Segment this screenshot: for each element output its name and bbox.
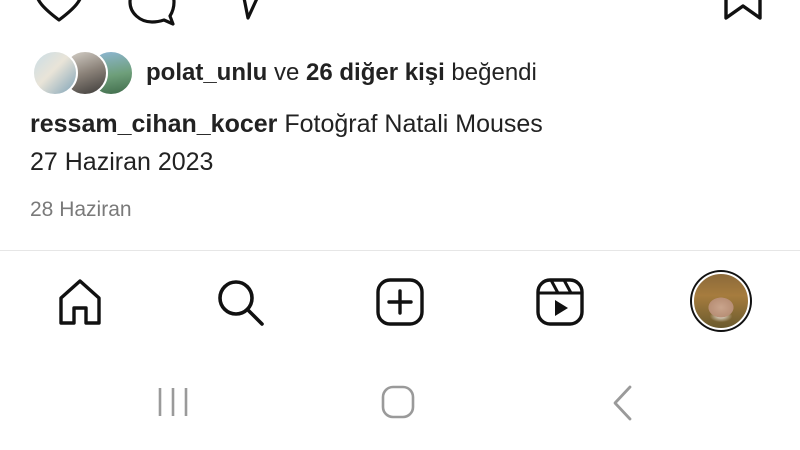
like-button[interactable] [33, 0, 85, 24]
profile-avatar [692, 272, 750, 330]
create-icon [376, 278, 424, 326]
likes-suffix: beğendi [444, 59, 537, 86]
reels-icon [536, 278, 584, 326]
share-icon [242, 0, 259, 20]
post-timestamp: 28 Haziran [30, 198, 132, 221]
search-icon [218, 280, 264, 326]
tab-home[interactable] [54, 276, 106, 328]
share-button[interactable] [228, 0, 268, 22]
likes-connector: ve [267, 59, 307, 86]
recent-apps-button[interactable] [156, 384, 190, 420]
liker-username[interactable]: polat_unlu [146, 59, 267, 86]
comment-icon [128, 0, 176, 26]
tab-profile[interactable] [690, 270, 752, 332]
home-button-icon [381, 385, 415, 419]
comment-button[interactable] [126, 0, 178, 26]
system-home-button[interactable] [380, 384, 416, 420]
bookmark-icon [724, 0, 762, 20]
tab-search[interactable] [214, 276, 266, 328]
home-icon [59, 279, 101, 325]
recent-apps-icon [158, 388, 188, 416]
tab-create[interactable] [374, 276, 426, 328]
likes-summary: polat_unlu ve 26 diğer kişi beğendi [146, 58, 537, 88]
avatar [32, 50, 78, 96]
back-icon [613, 385, 632, 421]
caption-username[interactable]: ressam_cihan_kocer [30, 110, 277, 138]
save-button[interactable] [722, 0, 764, 22]
tab-reels[interactable] [534, 276, 586, 328]
caption-date-line: 27 Haziran 2023 [30, 148, 214, 176]
caption-text: Fotoğraf Natali Mouses [277, 110, 543, 138]
back-button[interactable] [610, 384, 636, 422]
liker-avatars[interactable] [32, 50, 134, 96]
likes-others-link[interactable]: 26 diğer kişi [306, 59, 445, 86]
heart-icon [36, 0, 82, 22]
divider [0, 250, 800, 251]
post-caption: ressam_cihan_kocer Fotoğraf Natali Mouse… [30, 108, 543, 140]
